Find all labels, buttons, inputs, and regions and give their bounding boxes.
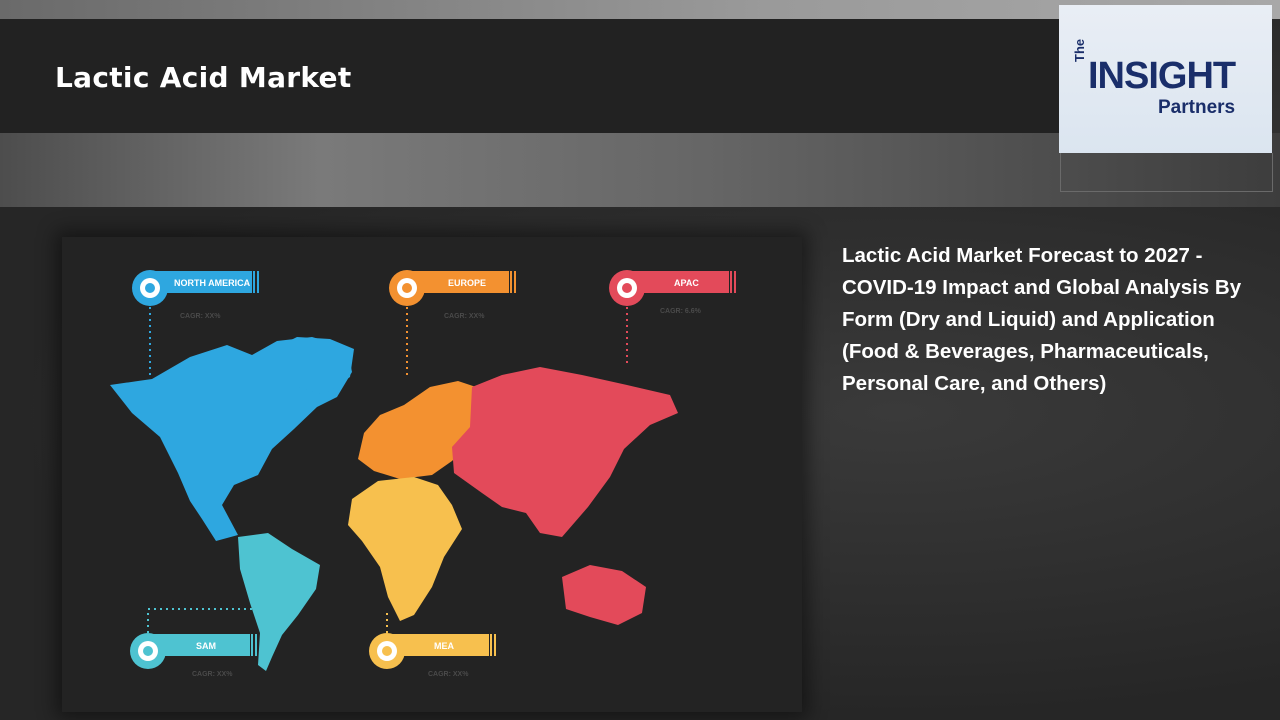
report-title: Lactic Acid Market Forecast to 2027 - CO… (842, 244, 1242, 395)
mea-label: MEA (434, 641, 455, 651)
logo-frame (1060, 153, 1273, 192)
mea-badge: MEA CAGR: XX% (369, 633, 496, 678)
logo-partners-text: Partners (1158, 97, 1236, 118)
europe-cagr: CAGR: XX% (444, 313, 485, 320)
europe-label: EUROPE (448, 278, 486, 288)
apac-label: APAC (674, 278, 699, 288)
sam-leader (147, 608, 260, 633)
apac-cagr: CAGR: 6.6% (660, 308, 702, 315)
north-america-badge: NORTH AMERICA CAGR: XX% (132, 270, 259, 320)
north-america-cagr: CAGR: XX% (180, 313, 221, 320)
world-map: NORTH AMERICA CAGR: XX% EUROPE CAGR: XX%… (110, 270, 736, 678)
world-map-panel: NORTH AMERICA CAGR: XX% EUROPE CAGR: XX%… (62, 237, 802, 712)
europe-badge: EUROPE CAGR: XX% (389, 270, 516, 320)
logo-the-text: The (1072, 38, 1087, 62)
south-america-shape (238, 533, 320, 671)
sam-badge: SAM CAGR: XX% (130, 633, 257, 678)
mea-cagr: CAGR: XX% (428, 671, 469, 678)
slide-title: Lactic Acid Market (55, 61, 352, 94)
apac-badge: APAC CAGR: 6.6% (609, 270, 736, 315)
africa-shape (348, 477, 462, 621)
sam-label: SAM (196, 641, 216, 651)
logo-insight-text: INSIGHT (1088, 55, 1236, 97)
asia-shape (452, 367, 678, 537)
north-america-label: NORTH AMERICA (174, 278, 251, 288)
sam-cagr: CAGR: XX% (192, 671, 233, 678)
australia-shape (562, 565, 646, 625)
title-bar: Lactic Acid Market (0, 19, 1060, 133)
